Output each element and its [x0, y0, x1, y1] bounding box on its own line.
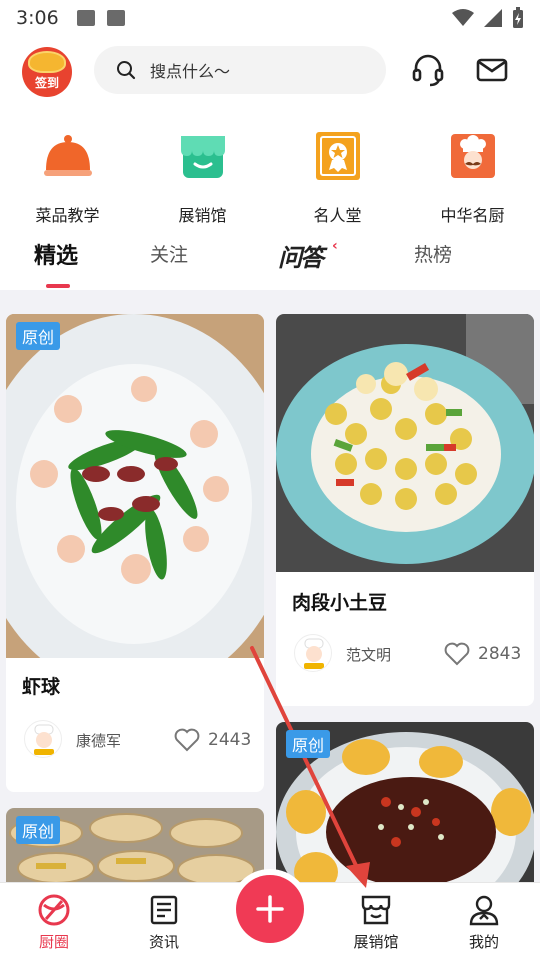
avatar[interactable]	[294, 634, 332, 672]
chef-circle-icon	[38, 894, 70, 926]
checkin-button[interactable]: 签到	[22, 47, 72, 97]
recipe-card[interactable]: 肉段小土豆 范文明 2843	[276, 314, 534, 706]
qa-spark-icon: ‹	[332, 238, 338, 254]
recipe-card[interactable]: 原创	[276, 722, 534, 882]
nav-news[interactable]: 资讯	[124, 893, 204, 952]
category-label: 中华名厨	[440, 206, 505, 225]
nav-label: 厨圈	[38, 933, 69, 951]
author-name[interactable]: 康德军	[76, 730, 121, 751]
wifi-icon	[452, 9, 474, 26]
like-count: 2443	[208, 730, 252, 750]
profile-icon	[469, 895, 499, 926]
app-notification-icon	[106, 10, 125, 26]
search-placeholder: 搜点什么～	[150, 62, 231, 81]
recipe-photo	[276, 314, 534, 572]
storefront-icon	[180, 136, 225, 178]
category-label: 菜品教学	[35, 206, 100, 225]
recipe-title: 虾球	[22, 676, 61, 698]
nav-exhibition-hall[interactable]: 展销馆	[336, 893, 416, 952]
recipe-card[interactable]: 原创	[6, 808, 264, 882]
chef-portrait-icon	[450, 134, 495, 178]
like-count: 2843	[478, 644, 522, 664]
nav-label: 展销馆	[353, 933, 399, 951]
category-shortcuts: 菜品教学 展销馆 名人堂 中华名厨	[0, 126, 540, 226]
category-exhibition-hall[interactable]: 展销馆	[135, 126, 270, 226]
nav-label: 我的	[468, 933, 499, 951]
status-time: 3:06	[16, 7, 59, 29]
signal-icon	[484, 9, 502, 27]
top-header: 签到 搜点什么～	[0, 42, 540, 98]
original-badge: 原创	[16, 322, 61, 350]
recipe-title: 肉段小土豆	[292, 592, 388, 614]
battery-icon	[513, 7, 523, 28]
create-post-button[interactable]	[236, 875, 304, 943]
checkin-label: 签到	[34, 76, 59, 90]
search-icon	[117, 61, 136, 80]
recipe-card[interactable]: 原创 虾球 康德军 2443	[6, 314, 264, 792]
avatar[interactable]	[24, 720, 62, 758]
coins-icon	[28, 51, 66, 73]
storefront-icon	[361, 895, 391, 925]
headset-icon[interactable]	[410, 52, 446, 88]
category-dish-tutorial[interactable]: 菜品教学	[0, 126, 135, 226]
news-icon	[150, 895, 178, 925]
nav-label: 资讯	[148, 933, 179, 951]
nav-profile[interactable]: 我的	[444, 893, 524, 952]
tab-active-indicator	[46, 284, 70, 288]
author-name[interactable]: 范文明	[346, 644, 391, 665]
tab-qa[interactable]: 问答	[278, 238, 324, 273]
gallery-notification-icon	[76, 10, 95, 26]
heart-icon[interactable]	[174, 728, 200, 752]
original-badge: 原创	[16, 816, 61, 844]
category-hall-of-fame[interactable]: 名人堂	[270, 126, 405, 226]
nav-chef-circle[interactable]: 厨圈	[14, 893, 94, 952]
category-label: 名人堂	[313, 206, 362, 225]
plus-icon	[256, 895, 284, 923]
heart-icon[interactable]	[444, 642, 470, 666]
tab-following[interactable]: 关注	[150, 240, 188, 267]
award-certificate-icon	[315, 132, 360, 180]
status-bar: 3:06	[0, 0, 540, 36]
feed-tabs: 精选 关注 问答 ‹ 热榜	[0, 232, 540, 288]
cloche-icon	[43, 135, 92, 176]
original-badge: 原创	[286, 730, 331, 758]
mail-icon[interactable]	[474, 52, 510, 88]
recipe-photo	[6, 314, 264, 658]
category-famous-chefs[interactable]: 中华名厨	[405, 126, 540, 226]
tab-trending[interactable]: 热榜	[414, 240, 452, 267]
search-input[interactable]: 搜点什么～	[94, 46, 386, 94]
category-label: 展销馆	[178, 206, 227, 225]
tab-featured[interactable]: 精选	[34, 238, 78, 270]
feed-grid[interactable]: 原创 虾球 康德军 2443 肉段小土豆 范文明 2843 原创 原创	[0, 290, 540, 882]
